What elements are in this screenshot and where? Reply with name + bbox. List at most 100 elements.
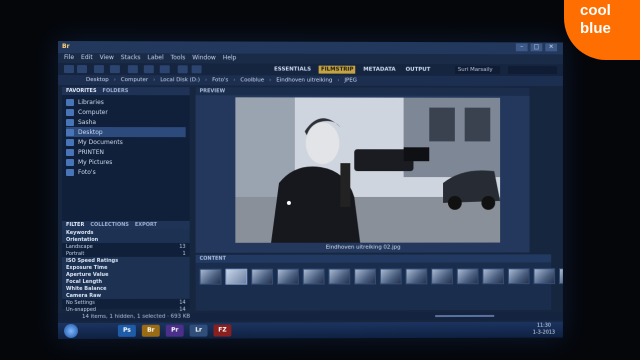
- thumbnail[interactable]: [354, 268, 376, 285]
- workspace-filmstrip[interactable]: FILMSTRIP: [318, 65, 356, 74]
- thumbnail-size-slider[interactable]: [435, 314, 495, 318]
- taskbar-app-fz[interactable]: FZ: [213, 324, 232, 337]
- filter-count: 14: [179, 299, 186, 306]
- user-field[interactable]: Suri Marsaily: [454, 65, 501, 75]
- thumbnail[interactable]: [431, 268, 453, 285]
- back-icon[interactable]: [63, 65, 74, 74]
- filter-count: 13: [179, 243, 186, 250]
- favorites-list: Libraries Computer Sasha Desktop My Document…: [62, 95, 190, 179]
- breadcrumb-separator-icon: ›: [204, 77, 208, 84]
- filter-label: Landscape: [65, 243, 93, 250]
- rotate-right-icon[interactable]: [191, 65, 202, 74]
- refine-icon[interactable]: [143, 65, 154, 74]
- logo-line-2: blue: [580, 20, 611, 37]
- camera-icon[interactable]: [127, 65, 138, 74]
- thumbnail[interactable]: [559, 268, 563, 285]
- taskbar-app-lr[interactable]: Lr: [189, 324, 208, 337]
- favorite-desktop[interactable]: Desktop: [65, 127, 186, 138]
- status-text: 14 items, 1 hidden, 1 selected · 693 KB: [81, 313, 191, 320]
- thumbnail[interactable]: [405, 268, 428, 285]
- taskbar-app-br[interactable]: Br: [141, 324, 160, 337]
- filter-label: Focal Length: [65, 278, 103, 285]
- filter-label: Aperture Value: [65, 271, 109, 278]
- favorite-printen[interactable]: PRINTEN: [65, 147, 186, 157]
- open-in-camera-raw-icon[interactable]: [159, 65, 170, 74]
- folder-icon: [65, 168, 74, 176]
- thumbnail[interactable]: [199, 268, 222, 285]
- favorite-libraries[interactable]: Libraries: [65, 97, 186, 107]
- coolblue-logo: cool blue: [564, 0, 640, 60]
- breadcrumb-separator-icon: ›: [233, 77, 236, 84]
- workspace-switcher: ESSENTIALS FILMSTRIP METADATA OUTPUT: [272, 65, 433, 74]
- start-button[interactable]: [63, 323, 78, 338]
- thumbnail[interactable]: [482, 268, 505, 285]
- search-input[interactable]: [507, 66, 558, 75]
- taskbar-app-pr[interactable]: Pr: [165, 324, 184, 337]
- favorite-foto-s[interactable]: Foto's: [65, 167, 186, 177]
- breadcrumb-coolblue[interactable]: Coolblue: [240, 77, 264, 83]
- recent-folders-icon[interactable]: [93, 65, 104, 74]
- thumbnail[interactable]: [277, 268, 299, 285]
- clock-date: 1-3-2013: [532, 329, 556, 336]
- minimize-button[interactable]: –: [515, 43, 528, 52]
- thumbnail[interactable]: [328, 268, 351, 285]
- filter-label: White Balance: [65, 285, 107, 292]
- preview-panel: PREVIEW Eindhoven uitreiking 02.jpg: [195, 87, 530, 253]
- logo-line-1: cool: [580, 2, 611, 19]
- favorite-computer[interactable]: Computer: [65, 107, 186, 117]
- thumbnail[interactable]: [302, 268, 325, 285]
- rotate-left-icon[interactable]: [177, 65, 188, 74]
- breadcrumb-jpeg[interactable]: JPEG: [344, 78, 357, 84]
- breadcrumb-computer[interactable]: Computer: [121, 77, 148, 83]
- thumbnail[interactable]: [507, 268, 530, 285]
- workspace-metadata[interactable]: METADATA: [361, 66, 397, 74]
- folder-icon: [65, 138, 74, 146]
- breadcrumb-foto-s[interactable]: Foto's: [212, 77, 228, 83]
- favorite-label: Foto's: [77, 168, 96, 176]
- tab-filter[interactable]: FILTER: [66, 221, 84, 229]
- filmstrip: [199, 268, 563, 285]
- thumbnail[interactable]: [456, 268, 479, 285]
- status-bar: 14 items, 1 hidden, 1 selected · 693 KB: [58, 311, 563, 321]
- thumbnail[interactable]: [533, 268, 556, 285]
- filter-label: Camera Raw: [65, 292, 102, 299]
- thumbnail[interactable]: [379, 268, 402, 285]
- menu-tools[interactable]: Tools: [171, 53, 186, 63]
- breadcrumb-eindhoven-uitreiking[interactable]: Eindhoven uitreiking: [276, 77, 332, 83]
- menu-stacks[interactable]: Stacks: [121, 53, 141, 63]
- content-panel: CONTENT: [195, 254, 563, 311]
- thumbnail[interactable]: [225, 268, 248, 285]
- menu-view[interactable]: View: [100, 53, 114, 63]
- tab-folders[interactable]: FOLDERS: [103, 87, 129, 95]
- favorite-my-pictures[interactable]: My Pictures: [65, 157, 186, 167]
- favorite-my-documents[interactable]: My Documents: [65, 137, 186, 147]
- filter-label: Exposure Time: [65, 264, 108, 271]
- menu-window[interactable]: Window: [192, 53, 216, 63]
- workspace-essentials[interactable]: ESSENTIALS: [272, 66, 313, 74]
- preview-caption: Eindhoven uitreiking 02.jpg: [325, 244, 401, 251]
- taskbar: Ps Br Pr Lr FZ 11:30 1-3-2013: [58, 321, 563, 339]
- taskbar-app-ps[interactable]: Ps: [117, 324, 136, 337]
- forward-icon[interactable]: [76, 65, 87, 74]
- breadcrumb-desktop[interactable]: Desktop: [86, 77, 109, 83]
- folder-icon: [65, 98, 74, 106]
- menu-help[interactable]: Help: [223, 53, 237, 63]
- thumbnail[interactable]: [251, 268, 274, 285]
- tab-favorites[interactable]: FAVORITES: [66, 87, 97, 95]
- breadcrumb-local-disk-d[interactable]: Local Disk (D:): [160, 77, 200, 83]
- tab-collections[interactable]: COLLECTIONS: [90, 221, 129, 229]
- workspace-output[interactable]: OUTPUT: [404, 66, 433, 74]
- filter-panel: FILTER COLLECTIONS EXPORT Keywords Orientat…: [61, 220, 190, 313]
- tab-export[interactable]: EXPORT: [135, 221, 157, 229]
- favorite-sasha[interactable]: Sasha: [65, 117, 186, 127]
- menu-label[interactable]: Label: [148, 53, 164, 63]
- folder-icon: [65, 148, 74, 156]
- favorite-label: Libraries: [77, 98, 104, 106]
- menu-file[interactable]: File: [64, 53, 74, 63]
- filter-count: 1: [182, 250, 186, 257]
- close-button[interactable]: ✕: [545, 43, 558, 52]
- menu-edit[interactable]: Edit: [81, 53, 93, 63]
- breadcrumb-separator-icon: ›: [337, 77, 340, 84]
- boomerang-icon[interactable]: [109, 65, 120, 74]
- maximize-button[interactable]: □: [530, 43, 543, 52]
